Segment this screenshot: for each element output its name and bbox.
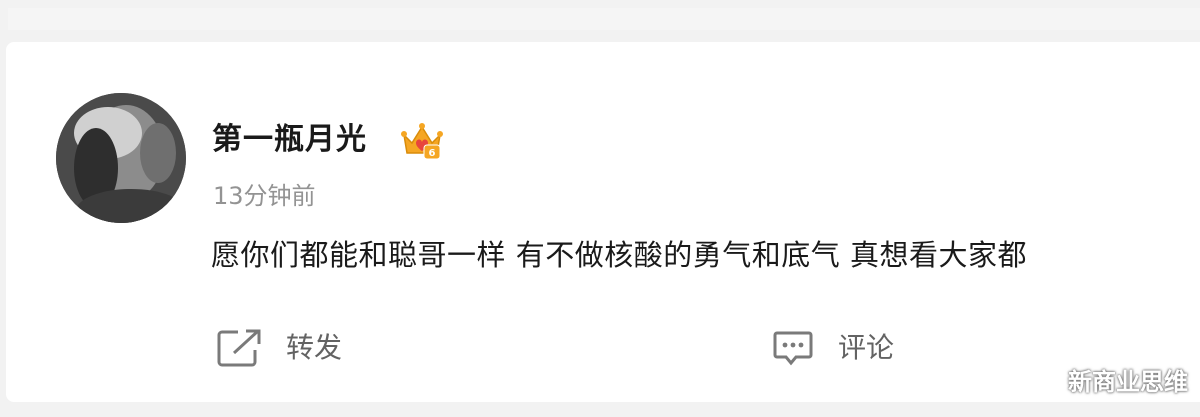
comment-button[interactable]: 评论 — [772, 326, 894, 370]
previous-card-edge — [8, 8, 1200, 30]
avatar[interactable] — [56, 93, 186, 223]
bottom-strip — [0, 404, 1200, 417]
weibo-post-card — [6, 42, 1200, 402]
comment-label: 评论 — [838, 331, 895, 364]
repost-label: 转发 — [286, 331, 343, 364]
crown-badge-icon[interactable]: 6 — [400, 121, 444, 161]
post-time[interactable]: 13分钟前 — [213, 178, 316, 214]
post-text: 愿你们都能和聪哥一样 有不做核酸的勇气和底气 真想看大家都 — [211, 238, 1027, 272]
repost-button[interactable]: 转发 — [216, 326, 342, 370]
svg-text:6: 6 — [429, 148, 436, 159]
watermark: 新商业思维 — [1068, 368, 1188, 396]
avatar-photo-icon — [56, 93, 186, 223]
username[interactable]: 第一瓶月光 — [212, 118, 367, 162]
top-strip — [0, 0, 1200, 40]
repost-icon — [217, 329, 261, 367]
comment-icon — [773, 331, 813, 366]
